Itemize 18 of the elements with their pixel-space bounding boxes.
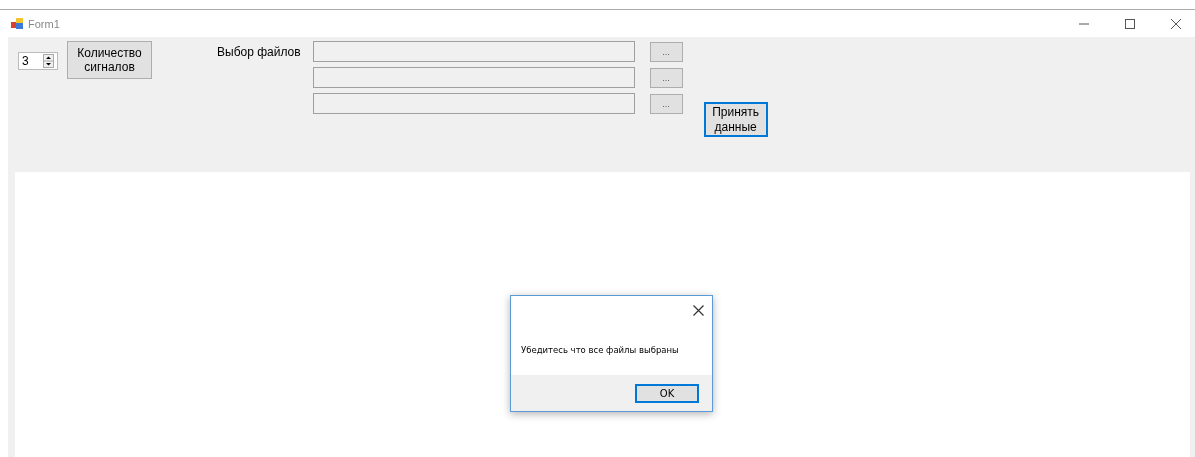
browse-button[interactable]: ... (649, 67, 683, 88)
file-selection-label: Выбор файлов (217, 45, 301, 59)
close-icon[interactable] (693, 304, 704, 316)
accept-data-button[interactable]: Принять данные (703, 102, 768, 137)
maximize-icon[interactable] (1125, 18, 1135, 29)
spin-arrows-icon[interactable] (43, 54, 54, 68)
file-path-field[interactable] (312, 67, 635, 88)
browse-button[interactable]: ... (649, 93, 683, 114)
ok-button[interactable]: OK (635, 383, 699, 403)
file-path-field[interactable] (312, 93, 635, 114)
app-icon (11, 18, 23, 29)
file-path-field[interactable] (312, 41, 635, 62)
window-title: Form1 (28, 17, 60, 30)
number-spinner[interactable]: 3 (18, 52, 58, 70)
close-icon[interactable] (1171, 18, 1181, 29)
signal-count-button[interactable]: Количество сигналов (67, 41, 152, 79)
dialog-message: Убедитесь что все файлы выбраны (521, 344, 679, 355)
browse-button[interactable]: ... (649, 41, 683, 62)
